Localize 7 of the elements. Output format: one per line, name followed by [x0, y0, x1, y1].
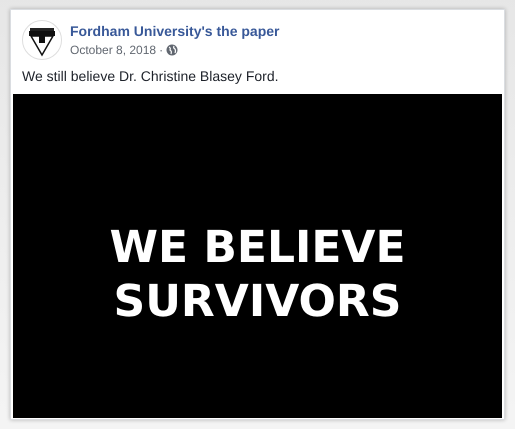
- avatar-icon[interactable]: [22, 20, 62, 60]
- post-text: We still believe Dr. Christine Blasey Ford.: [21, 67, 280, 86]
- page-name-link[interactable]: Fordham University's the paper: [70, 23, 280, 39]
- image-text: SURVIVORS: [114, 275, 402, 329]
- separator: ·: [159, 43, 164, 57]
- post-date[interactable]: October 8, 2018: [70, 43, 156, 57]
- image-text: WE BELIEVE: [109, 221, 406, 275]
